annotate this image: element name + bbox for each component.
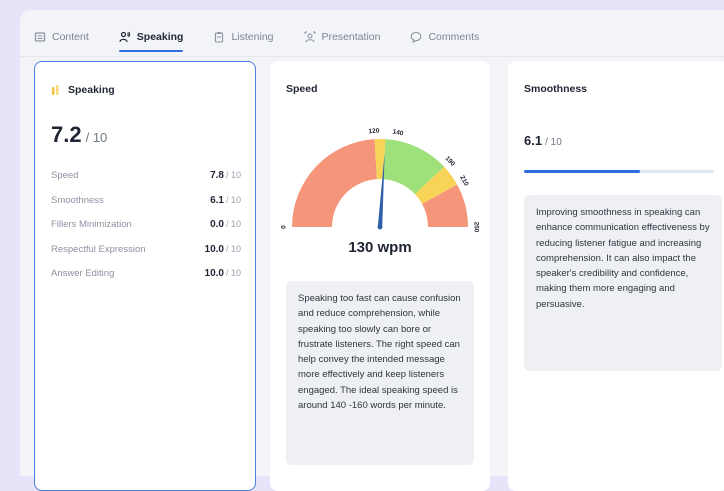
metric-row: Fillers Minimization 0.0/ 10 (51, 219, 241, 244)
speaking-score-of: / 10 (85, 130, 108, 145)
smoothness-score-value: 6.1 (524, 133, 543, 148)
speed-card-title: Speed (286, 83, 318, 95)
metric-value: 10.0 (204, 268, 224, 279)
metric-row: Answer Editing 10.0/ 10 (51, 268, 241, 293)
metric-of: / 10 (225, 268, 241, 278)
tab-listening[interactable]: Listening (213, 22, 274, 46)
tab-label: Content (52, 31, 89, 43)
smoothness-progress-fill (524, 170, 640, 173)
metric-of: / 10 (225, 170, 241, 180)
metric-value: 6.1 (210, 194, 224, 206)
gauge-tick-label: 210 (458, 174, 470, 187)
smoothness-progress-track (524, 170, 714, 173)
tab-label: Speaking (136, 31, 184, 43)
presentation-icon (304, 31, 315, 43)
gauge-tick-label: 120 (368, 128, 380, 136)
metric-of: / 10 (225, 219, 241, 229)
speaker-person-icon (119, 31, 131, 43)
gauge-band (292, 139, 377, 227)
smoothness-card: Smoothness 6.1/ 10 Improving smoothness … (508, 61, 724, 491)
tab-content[interactable]: Content (34, 22, 89, 46)
metric-row: Respectful Expression 10.0/ 10 (51, 244, 241, 269)
metric-label: Smoothness (51, 194, 104, 206)
gauge-tick-label: 190 (444, 155, 457, 168)
speed-card: Speed 0 120 140 190 210 250 130 wpm Speaking … (270, 61, 490, 491)
gauge-tick-label: 0 (281, 225, 288, 229)
gauge-tick-label: 250 (472, 222, 479, 233)
metric-value: 10.0 (204, 243, 224, 255)
speaking-score: 7.2/ 10 (51, 122, 107, 148)
tab-label: Presentation (321, 31, 381, 43)
smoothness-score: 6.1/ 10 (524, 133, 562, 148)
metric-label: Answer Editing (51, 268, 115, 279)
tab-divider (20, 56, 724, 57)
metric-of: / 10 (225, 243, 241, 254)
speed-gauge: 0 120 140 190210 250 (281, 128, 480, 233)
speaking-card-title: Speaking (68, 84, 115, 96)
speed-value-label: 130 wpm (348, 239, 412, 256)
report-panel: Content Speaking Listening Presentation … (20, 10, 724, 491)
list-icon (34, 32, 46, 42)
metric-label: Fillers Minimization (51, 219, 132, 230)
tab-bar: Content Speaking Listening Presentation … (34, 22, 509, 52)
metric-label: Speed (51, 170, 79, 181)
tab-label: Comments (428, 31, 480, 43)
metric-row: Smoothness 6.1/ 10 (51, 195, 241, 220)
speaking-icon (52, 85, 59, 95)
gauge-needle-hub (377, 224, 383, 230)
tab-presentation[interactable]: Presentation (304, 22, 381, 46)
smoothness-score-of: / 10 (545, 137, 562, 148)
tab-speaking[interactable]: Speaking (118, 22, 184, 52)
speaking-card[interactable]: Speaking 7.2/ 10 Speed 7.8/ 10 Smoothnes… (34, 61, 256, 491)
tab-label: Listening (231, 31, 274, 43)
metric-of: / 10 (225, 194, 241, 205)
speaking-score-value: 7.2 (51, 122, 82, 147)
gauge-tick-label: 140 (392, 128, 404, 137)
metric-value: 0.0 (210, 219, 224, 230)
clipboard-icon (215, 32, 224, 43)
tab-comments[interactable]: Comments (410, 22, 479, 46)
speed-note: Speaking too fast can cause confusion an… (286, 281, 474, 465)
comment-icon (411, 31, 422, 43)
smoothness-card-title: Smoothness (524, 83, 588, 95)
metric-row: Speed 7.8/ 10 (51, 170, 241, 195)
smoothness-note: Improving smoothness in speaking can enh… (524, 195, 722, 371)
metric-label: Respectful Expression (51, 243, 146, 255)
metric-list: Speed 7.8/ 10 Smoothness 6.1/ 10 Fillers… (51, 170, 241, 293)
speaking-card-header: Speaking (51, 84, 115, 96)
metric-value: 7.8 (210, 170, 224, 181)
